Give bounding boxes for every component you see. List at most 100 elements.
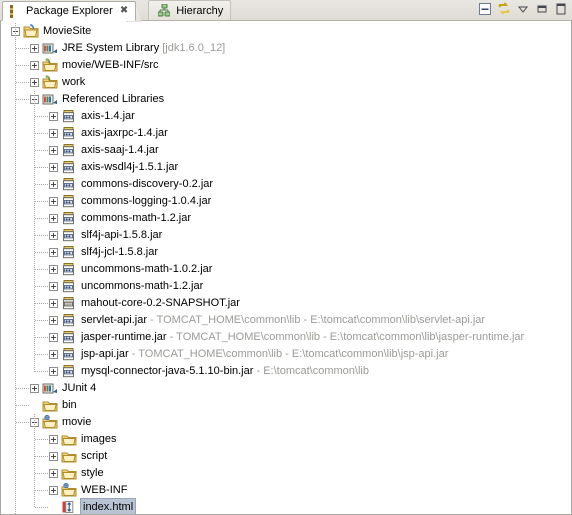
close-icon[interactable]: ✖: [120, 6, 128, 16]
tree-item[interactable]: WEB-INF: [1, 482, 571, 499]
tree-item[interactable]: MovieSite: [1, 23, 571, 40]
jar-icon: [61, 228, 77, 243]
expand-icon[interactable]: [49, 316, 58, 325]
tree-item[interactable]: script: [1, 448, 571, 465]
tree-item-name: jasper-runtime.jar: [81, 331, 167, 343]
tree-item[interactable]: axis-jaxrpc-1.4.jar: [1, 125, 571, 142]
tree-item-name: bin: [62, 399, 77, 411]
tree-item[interactable]: jsp-api.jar - TOMCAT_HOME\common\lib - E…: [1, 346, 571, 363]
jar-icon: [61, 313, 77, 328]
tree-item[interactable]: axis-wsdl4j-1.5.1.jar: [1, 159, 571, 176]
tree-item-label: mahout-core-0.2-SNAPSHOT.jar: [81, 295, 240, 312]
tree-item-detail: - TOMCAT_HOME\common\lib - E:\tomcat\com…: [147, 314, 486, 326]
tree-item-label: uncommons-math-1.2.jar: [81, 278, 203, 295]
jar-icon: [61, 160, 77, 175]
tab-hierarchy[interactable]: Hierarchy: [148, 0, 232, 20]
tree-item[interactable]: movie/WEB-INF/src: [1, 57, 571, 74]
jar-icon: [61, 330, 77, 345]
expand-icon[interactable]: [49, 452, 58, 461]
collapse-all-icon[interactable]: [478, 2, 492, 16]
tree-elbow-line: [35, 303, 48, 304]
expand-icon[interactable]: [49, 163, 58, 172]
expand-icon[interactable]: [49, 180, 58, 189]
tree-item-label: MovieSite: [43, 23, 91, 40]
expand-icon[interactable]: [49, 486, 58, 495]
tree-item[interactable]: Referenced Libraries: [1, 91, 571, 108]
link-with-editor-icon[interactable]: [497, 2, 511, 16]
library-icon: [42, 92, 58, 107]
tree-item-label: axis-1.4.jar: [81, 108, 135, 125]
tree-item[interactable]: axis-saaj-1.4.jar: [1, 142, 571, 159]
expand-icon[interactable]: [49, 112, 58, 121]
tree-elbow-line: [16, 99, 29, 100]
tree-item[interactable]: uncommons-math-1.2.jar: [1, 278, 571, 295]
expand-icon[interactable]: [30, 61, 39, 70]
tree-elbow-line: [35, 269, 48, 270]
expand-icon[interactable]: [49, 197, 58, 206]
tree-item[interactable]: bin: [1, 397, 571, 414]
expand-icon[interactable]: [49, 299, 58, 308]
tree-item[interactable]: commons-math-1.2.jar: [1, 210, 571, 227]
tree-item-label: WEB-INF: [81, 482, 127, 499]
view-menu-icon[interactable]: [516, 2, 530, 16]
expand-icon[interactable]: [49, 469, 58, 478]
minimize-icon[interactable]: [535, 2, 549, 16]
expand-icon[interactable]: [49, 333, 58, 342]
tree-item[interactable]: commons-discovery-0.2.jar: [1, 176, 571, 193]
tree-item[interactable]: slf4j-api-1.5.8.jar: [1, 227, 571, 244]
tab-package-explorer[interactable]: Package Explorer ✖: [2, 1, 137, 21]
tree-guide-line: [15, 23, 16, 514]
expand-icon[interactable]: [49, 367, 58, 376]
tree-item-label: jasper-runtime.jar - TOMCAT_HOME\common\…: [81, 329, 524, 346]
tree-item-label: jsp-api.jar - TOMCAT_HOME\common\lib - E…: [81, 346, 448, 363]
tree-elbow-line: [16, 388, 29, 389]
tree-item[interactable]: style: [1, 465, 571, 482]
tree-item-detail: - TOMCAT_HOME\common\lib - E:\tomcat\com…: [128, 348, 449, 360]
tree-item[interactable]: commons-logging-1.0.4.jar: [1, 193, 571, 210]
expand-icon[interactable]: [30, 78, 39, 87]
expand-icon[interactable]: [49, 248, 58, 257]
tree-item-name: axis-saaj-1.4.jar: [81, 144, 159, 156]
expand-icon[interactable]: [49, 214, 58, 223]
tree-item[interactable]: images: [1, 431, 571, 448]
tree-item[interactable]: servlet-api.jar - TOMCAT_HOME\common\lib…: [1, 312, 571, 329]
expand-icon[interactable]: [49, 265, 58, 274]
view-toolbar: [478, 2, 568, 16]
tree-item[interactable]: jasper-runtime.jar - TOMCAT_HOME\common\…: [1, 329, 571, 346]
expand-icon[interactable]: [30, 384, 39, 393]
tree-item-label: slf4j-api-1.5.8.jar: [81, 227, 162, 244]
expand-icon[interactable]: [49, 282, 58, 291]
tree-item[interactable]: index.html: [1, 498, 571, 514]
expand-icon[interactable]: [49, 231, 58, 240]
tree-item[interactable]: mahout-core-0.2-SNAPSHOT.jar: [1, 295, 571, 312]
expand-icon[interactable]: [49, 146, 58, 155]
tree-item[interactable]: mysql-connector-java-5.1.10-bin.jar - E:…: [1, 363, 571, 380]
tree-item[interactable]: work: [1, 74, 571, 91]
tree-elbow-line: [35, 354, 48, 355]
maximize-icon[interactable]: [554, 2, 568, 16]
tree-item-label: Referenced Libraries: [62, 91, 164, 108]
tree-item-label: axis-jaxrpc-1.4.jar: [81, 125, 168, 142]
tree-item[interactable]: uncommons-math-1.0.2.jar: [1, 261, 571, 278]
tree-item-name: script: [81, 450, 108, 462]
tree-elbow-line: [16, 82, 29, 83]
jar-icon: [61, 194, 77, 209]
jar-icon: [61, 347, 77, 362]
tree-item[interactable]: movie: [1, 414, 571, 431]
tree-item-name: mahout-core-0.2-SNAPSHOT.jar: [81, 297, 240, 309]
tree-elbow-line: [35, 337, 48, 338]
tree-elbow-line: [35, 473, 48, 474]
tree-item[interactable]: JRE System Library [jdk1.6.0_12]: [1, 40, 571, 57]
expand-icon[interactable]: [49, 350, 58, 359]
expand-icon[interactable]: [49, 129, 58, 138]
tree-item[interactable]: slf4j-jcl-1.5.8.jar: [1, 244, 571, 261]
jar-source-icon: [61, 296, 77, 311]
tree-item[interactable]: JUnit 4: [1, 380, 571, 397]
package-explorer-tree-panel[interactable]: MovieSite JRE System Library [jdk1.6.0_1…: [0, 21, 572, 515]
jar-icon: [61, 245, 77, 260]
expand-icon[interactable]: [30, 44, 39, 53]
tree-item-label: movie/WEB-INF/src: [62, 57, 159, 74]
expand-icon[interactable]: [49, 435, 58, 444]
tree-item-name: uncommons-math-1.2.jar: [81, 280, 204, 292]
tree-item[interactable]: axis-1.4.jar: [1, 108, 571, 125]
